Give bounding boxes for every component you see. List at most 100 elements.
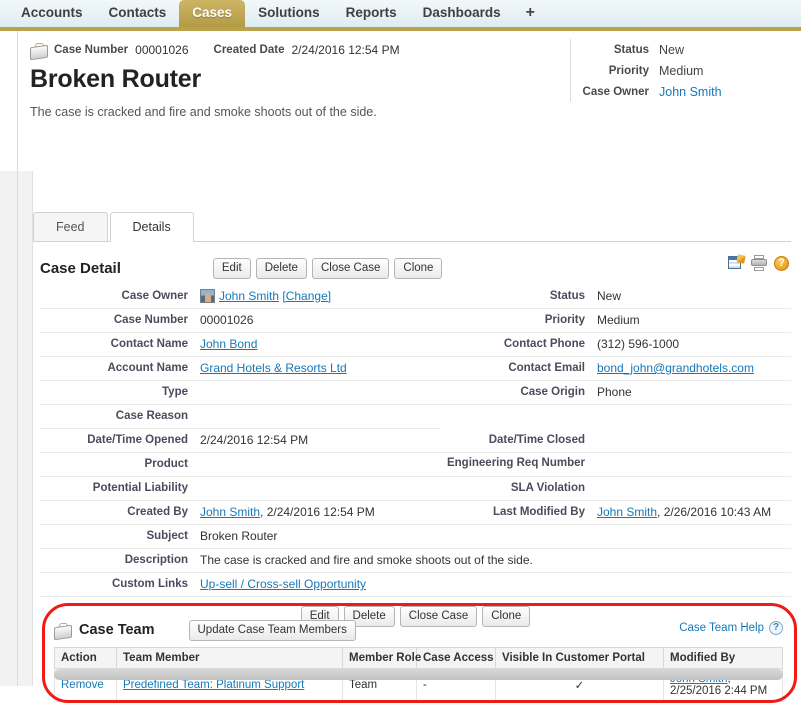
printer-icon[interactable]: [751, 255, 768, 271]
table-row: Product Engineering Req Number: [40, 452, 791, 477]
case-team-help-icon[interactable]: ?: [769, 621, 783, 635]
contact-email-link[interactable]: bond_john@grandhotels.com: [597, 361, 754, 375]
created-by-timestamp: , 2/24/2016 12:54 PM: [260, 505, 375, 519]
highlight-row-case-owner: Case Owner John Smith: [571, 81, 795, 102]
record-header: Case Number 00001026 Created Date 2/24/2…: [0, 31, 801, 161]
table-row: Description The case is cracked and fire…: [40, 548, 791, 573]
case-team-header-row: Action Team Member Member Role Case Acce…: [54, 647, 783, 669]
record-description: The case is cracked and fire and smoke s…: [30, 105, 377, 119]
highlights-panel: Status New Priority Medium Case Owner Jo…: [570, 39, 795, 102]
update-case-team-members-button[interactable]: Update Case Team Members: [188, 619, 356, 641]
tab-details[interactable]: Details: [109, 212, 194, 242]
table-row: Potential Liability SLA Violation: [40, 476, 791, 501]
table-row: Created By John Smith, 2/24/2016 12:54 P…: [40, 500, 791, 525]
nav-tab-cases[interactable]: Cases: [179, 0, 246, 27]
field-value-case-number: 00001026: [200, 308, 440, 333]
add-tab-button[interactable]: +: [514, 2, 547, 27]
case-owner-link[interactable]: John Smith: [219, 289, 279, 303]
case-detail-table: Case Owner John Smith [Change] Status Ne…: [40, 285, 791, 525]
field-label-created-by: Created By: [40, 500, 200, 525]
table-row: Type Case Origin Phone: [40, 380, 791, 405]
tab-feed[interactable]: Feed: [33, 212, 108, 241]
table-row: Date/Time Opened 2/24/2016 12:54 PM Date…: [40, 428, 791, 453]
highlight-value-status: New: [659, 42, 685, 57]
field-value-description: The case is cracked and fire and smoke s…: [200, 548, 791, 573]
field-value-last-modified-by: John Smith, 2/26/2016 10:43 AM: [597, 500, 791, 525]
case-number-value: 00001026: [135, 43, 189, 57]
remove-link[interactable]: Remove: [61, 679, 104, 691]
field-label-potential-liability: Potential Liability: [40, 476, 200, 501]
field-value-engineering-req-number: [597, 452, 791, 477]
highlight-label-status: Status: [613, 43, 649, 56]
field-value-status: New: [597, 285, 791, 309]
delete-button-top[interactable]: Delete: [255, 257, 307, 279]
field-value-datetime-opened: 2/24/2016 12:54 PM: [200, 428, 440, 453]
body-area: Feed Details Case Detail Edit Delete Clo…: [18, 171, 801, 703]
highlight-label-priority: Priority: [608, 64, 649, 77]
created-by-link[interactable]: John Smith: [200, 505, 260, 519]
custom-link-upsell[interactable]: Up-sell / Cross-sell Opportunity: [200, 577, 366, 591]
field-label-contact-name: Contact Name: [40, 332, 200, 357]
table-row: Case Reason: [40, 404, 791, 429]
account-name-link[interactable]: Grand Hotels & Resorts Ltd: [200, 361, 347, 375]
case-number-label: Case Number: [54, 44, 129, 56]
nav-tab-accounts[interactable]: Accounts: [8, 0, 96, 27]
case-detail-grid: Case Owner John Smith [Change] Status Ne…: [40, 285, 791, 627]
primary-nav-tabbar: Accounts Contacts Cases Solutions Report…: [0, 0, 801, 31]
subtab-bar: Feed Details: [33, 212, 196, 242]
team-member-link[interactable]: Predefined Team: Platinum Support: [123, 679, 304, 691]
nav-tab-contacts[interactable]: Contacts: [96, 0, 180, 27]
nav-tab-dashboards[interactable]: Dashboards: [410, 0, 514, 27]
case-owner-change-link[interactable]: [Change]: [282, 289, 331, 303]
nav-tab-solutions[interactable]: Solutions: [245, 0, 333, 27]
field-value-subject: Broken Router: [200, 525, 791, 549]
case-icon: [30, 42, 48, 60]
field-value-product: [200, 452, 440, 477]
clone-button-top[interactable]: Clone: [394, 257, 443, 279]
highlight-row-priority: Priority Medium: [571, 60, 795, 81]
case-team-help-link[interactable]: Case Team Help ?: [679, 621, 783, 635]
field-value-account-name: Grand Hotels & Resorts Ltd: [200, 356, 440, 381]
highlight-row-status: Status New: [571, 39, 795, 60]
field-value-case-reason: [200, 404, 440, 429]
field-label-custom-links: Custom Links: [40, 572, 200, 597]
field-value-contact-phone: (312) 596-1000: [597, 332, 791, 357]
field-value-contact-email: bond_john@grandhotels.com: [597, 356, 791, 381]
field-label-sla-violation: SLA Violation: [440, 476, 597, 501]
edit-layout-icon[interactable]: [728, 254, 746, 271]
case-team-icon: [54, 622, 72, 640]
case-detail-header: Case Detail Edit Delete Close Case Clone…: [40, 254, 791, 281]
case-page: Case Number 00001026 Created Date 2/24/2…: [0, 31, 801, 703]
detail-utility-icons: ?: [728, 254, 789, 271]
case-team-section: Case Team Update Case Team Members Case …: [54, 618, 783, 702]
highlight-value-case-owner-link[interactable]: John Smith: [659, 85, 722, 99]
field-value-sla-violation: [597, 476, 791, 501]
table-row: Custom Links Up-sell / Cross-sell Opport…: [40, 572, 791, 597]
edit-button-top[interactable]: Edit: [212, 257, 251, 279]
help-icon[interactable]: ?: [774, 255, 789, 271]
table-row: Case Number 00001026 Priority Medium: [40, 308, 791, 333]
horizontal-scrollbar[interactable]: [54, 669, 783, 680]
highlight-value-priority: Medium: [659, 63, 704, 78]
field-label-datetime-opened: Date/Time Opened: [40, 428, 200, 453]
column-header-case-access: Case Access: [416, 647, 496, 669]
field-label-blank-1: [440, 405, 597, 429]
field-label-contact-phone: Contact Phone: [440, 332, 597, 357]
last-modified-by-link[interactable]: John Smith: [597, 505, 657, 519]
highlight-label-case-owner: Case Owner: [582, 85, 649, 98]
left-gutter-lower: [0, 171, 18, 686]
field-value-priority: Medium: [597, 308, 791, 333]
nav-tab-reports[interactable]: Reports: [333, 0, 410, 27]
field-value-contact-name: John Bond: [200, 332, 440, 357]
column-header-visible-in-customer-portal: Visible In Customer Portal: [495, 647, 664, 669]
field-label-datetime-closed: Date/Time Closed: [440, 428, 597, 453]
table-row: Subject Broken Router: [40, 525, 791, 549]
case-detail-title: Case Detail: [40, 259, 121, 277]
field-label-status: Status: [440, 285, 597, 309]
field-label-account-name: Account Name: [40, 356, 200, 381]
contact-name-link[interactable]: John Bond: [200, 337, 257, 351]
field-label-case-owner: Case Owner: [40, 285, 200, 309]
close-case-button-top[interactable]: Close Case: [311, 257, 390, 279]
case-team-header: Case Team Update Case Team Members Case …: [54, 618, 783, 642]
created-date-label: Created Date: [213, 44, 285, 56]
